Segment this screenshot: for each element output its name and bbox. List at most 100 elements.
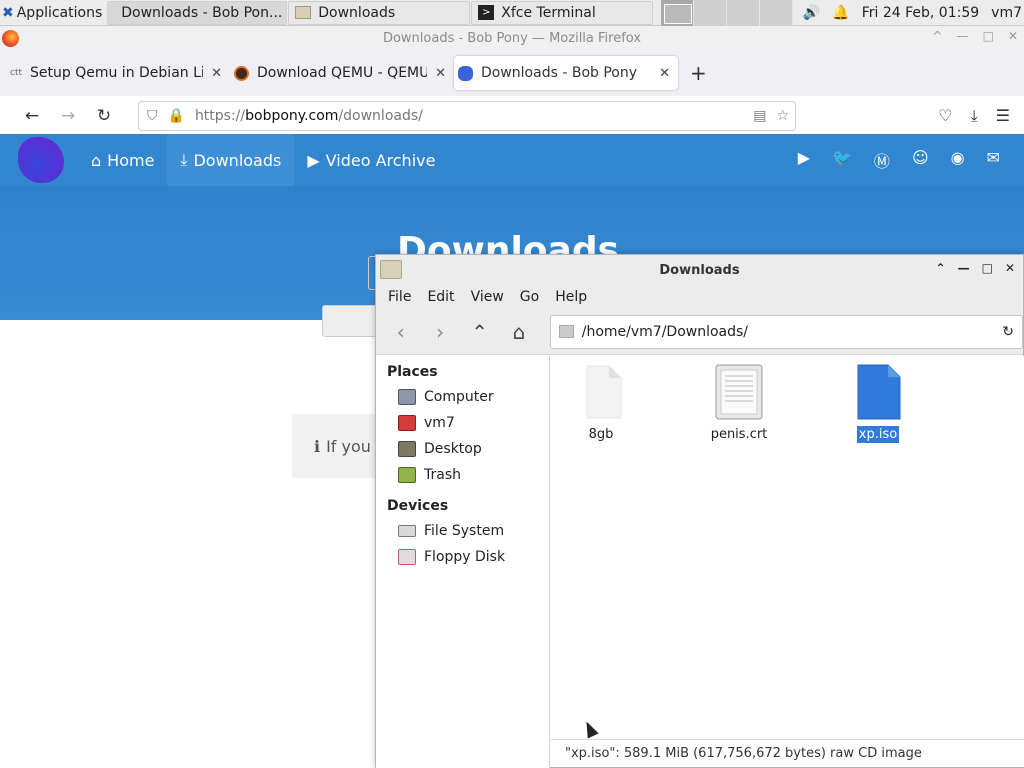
file-name: penis.crt <box>710 427 768 442</box>
downloads-icon[interactable]: ⤓ <box>971 106 978 126</box>
toolbar: ‹ › ⌃ ⌂ /home/vm7/Downloads/ ↻ <box>376 309 1023 355</box>
floppy-icon <box>398 549 416 565</box>
discord-icon[interactable]: ☺ <box>912 148 929 172</box>
file-view[interactable]: 8gb penis.crt xp.iso <box>551 356 1024 740</box>
clock[interactable]: Fri 24 Feb, 01:59 <box>862 5 979 21</box>
pocket-icon[interactable]: ♡ <box>938 106 952 126</box>
workspace-2[interactable] <box>694 0 728 26</box>
bookmark-star-icon[interactable]: ☆ <box>776 108 789 124</box>
forward-icon[interactable]: › <box>429 320 450 344</box>
tab-setup-qemu[interactable]: ctt Setup Qemu in Debian Li ✕ <box>6 56 230 90</box>
sidebar-item-trash[interactable]: Trash <box>376 462 549 488</box>
shade-icon[interactable]: ⌃ <box>936 261 946 275</box>
nav-home[interactable]: ⌂ Home <box>78 134 167 186</box>
minimize-icon[interactable]: — <box>958 261 970 275</box>
file-manager-titlebar[interactable]: Downloads ⌃ — □ ✕ <box>376 255 1023 285</box>
menu-go[interactable]: Go <box>520 289 539 305</box>
url-bar[interactable]: ⛉ 🔒 https://bobpony.com/downloads/ ▤ ☆ <box>138 100 796 131</box>
bobpony-icon <box>458 65 473 81</box>
minimize-icon[interactable]: — <box>957 29 969 43</box>
sidebar-item-label: Computer <box>424 389 494 405</box>
firefox-icon <box>2 30 19 47</box>
location-bar[interactable]: /home/vm7/Downloads/ ↻ <box>549 314 1023 349</box>
task-firefox[interactable]: Downloads - Bob Pon... <box>107 0 288 25</box>
github-icon[interactable]: ◉ <box>951 148 965 172</box>
task-label: Downloads <box>318 4 396 21</box>
navigation-bar: ← → ↻ ⛉ 🔒 https://bobpony.com/downloads/… <box>0 96 1024 136</box>
maximize-icon[interactable]: □ <box>983 29 994 43</box>
file-item-8gb[interactable]: 8gb <box>551 364 651 443</box>
places-heading: Places <box>387 364 438 380</box>
file-name: xp.iso <box>855 425 901 444</box>
new-tab-icon[interactable]: + <box>690 61 707 85</box>
volume-icon[interactable]: 🔊 <box>803 5 820 21</box>
menu-edit[interactable]: Edit <box>427 289 454 305</box>
mail-icon[interactable]: ✉ <box>987 148 1000 172</box>
notification-bell-icon[interactable]: 🔔 <box>832 5 849 21</box>
user-name[interactable]: vm7 <box>991 5 1022 21</box>
applications-menu[interactable]: ✖ Applications <box>0 0 106 26</box>
reload-icon[interactable]: ↻ <box>1002 324 1014 340</box>
task-label: Downloads - Bob Pon... <box>121 4 283 21</box>
close-icon[interactable]: ✕ <box>1005 261 1015 275</box>
terminal-icon: > <box>478 5 495 20</box>
partial-button[interactable] <box>322 305 382 337</box>
mastodon-icon[interactable]: Ⓜ <box>874 148 890 172</box>
bobpony-logo[interactable] <box>18 137 64 183</box>
firefox-titlebar: Downloads - Bob Pony — Mozilla Firefox ^… <box>0 26 1024 50</box>
sidebar-item-file-system[interactable]: File System <box>376 518 549 544</box>
shield-icon[interactable]: ⛉ <box>147 108 158 124</box>
file-item-penis-crt[interactable]: penis.crt <box>689 364 789 443</box>
workspace-4[interactable] <box>760 0 794 26</box>
tab-close-icon[interactable]: ✕ <box>659 66 670 81</box>
sidebar-item-home[interactable]: vm7 <box>376 410 549 436</box>
reload-icon[interactable]: ↻ <box>86 106 122 126</box>
menu-help[interactable]: Help <box>555 289 587 305</box>
task-terminal[interactable]: > Xfce Terminal <box>471 0 654 25</box>
shade-icon[interactable]: ^ <box>933 29 943 43</box>
folder-icon <box>558 325 574 338</box>
reader-view-icon[interactable]: ▤ <box>753 108 766 124</box>
site-navbar: ⌂ Home ⤓ Downloads ▶ Video Archive ▶ 🐦 Ⓜ… <box>0 134 1024 186</box>
task-downloads[interactable]: Downloads <box>288 0 471 25</box>
sidebar-item-floppy[interactable]: Floppy Disk <box>376 544 549 570</box>
location-text[interactable]: /home/vm7/Downloads/ <box>582 324 994 340</box>
menu-icon[interactable]: ☰ <box>996 106 1010 126</box>
window-title: Downloads - Bob Pony — Mozilla Firefox <box>382 30 642 46</box>
back-icon[interactable]: ← <box>14 106 50 126</box>
qemu-icon <box>234 65 249 81</box>
menu-file[interactable]: File <box>388 289 411 305</box>
nav-video-archive[interactable]: ▶ Video Archive <box>294 134 448 186</box>
lock-icon[interactable]: 🔒 <box>168 108 185 124</box>
sidebar-item-label: Floppy Disk <box>424 549 506 565</box>
file-item-xp-iso[interactable]: xp.iso <box>828 364 928 444</box>
file-manager-window: Downloads ⌃ — □ ✕ File Edit View Go Help… <box>375 254 1024 768</box>
tab-close-icon[interactable]: ✕ <box>211 66 222 81</box>
forward-icon[interactable]: → <box>50 106 86 126</box>
back-icon[interactable]: ‹ <box>390 320 411 344</box>
nav-downloads[interactable]: ⤓ Downloads <box>167 134 295 186</box>
twitter-icon[interactable]: 🐦 <box>832 148 852 172</box>
workspace-3[interactable] <box>727 0 761 26</box>
menu-view[interactable]: View <box>471 289 504 305</box>
workspace-switcher[interactable] <box>661 0 794 26</box>
system-tray: 🔊 🔔 Fri 24 Feb, 01:59 vm7 <box>803 5 1024 21</box>
tab-bob-pony[interactable]: Downloads - Bob Pony ✕ <box>454 56 678 90</box>
tab-download-qemu[interactable]: Download QEMU - QEMU ✕ <box>230 56 454 90</box>
status-bar: "xp.iso": 589.1 MiB (617,756,672 bytes) … <box>551 739 1024 767</box>
sidebar-item-desktop[interactable]: Desktop <box>376 436 549 462</box>
close-icon[interactable]: ✕ <box>1008 29 1018 43</box>
computer-icon <box>398 389 416 405</box>
file-name: 8gb <box>588 427 614 442</box>
tab-bar: ctt Setup Qemu in Debian Li ✕ Download Q… <box>0 50 1024 96</box>
tab-close-icon[interactable]: ✕ <box>435 66 446 81</box>
status-text: "xp.iso": 589.1 MiB (617,756,672 bytes) … <box>565 746 922 761</box>
youtube-icon[interactable]: ▶ <box>798 148 810 172</box>
home-icon[interactable]: ⌂ <box>508 320 529 344</box>
sidebar-item-computer[interactable]: Computer <box>376 384 549 410</box>
workspace-1[interactable] <box>661 0 695 26</box>
url-text[interactable]: https://bobpony.com/downloads/ <box>195 108 743 124</box>
maximize-icon[interactable]: □ <box>982 261 993 275</box>
parent-folder-icon[interactable]: ⌃ <box>469 320 490 344</box>
blank-file-icon <box>586 365 622 419</box>
